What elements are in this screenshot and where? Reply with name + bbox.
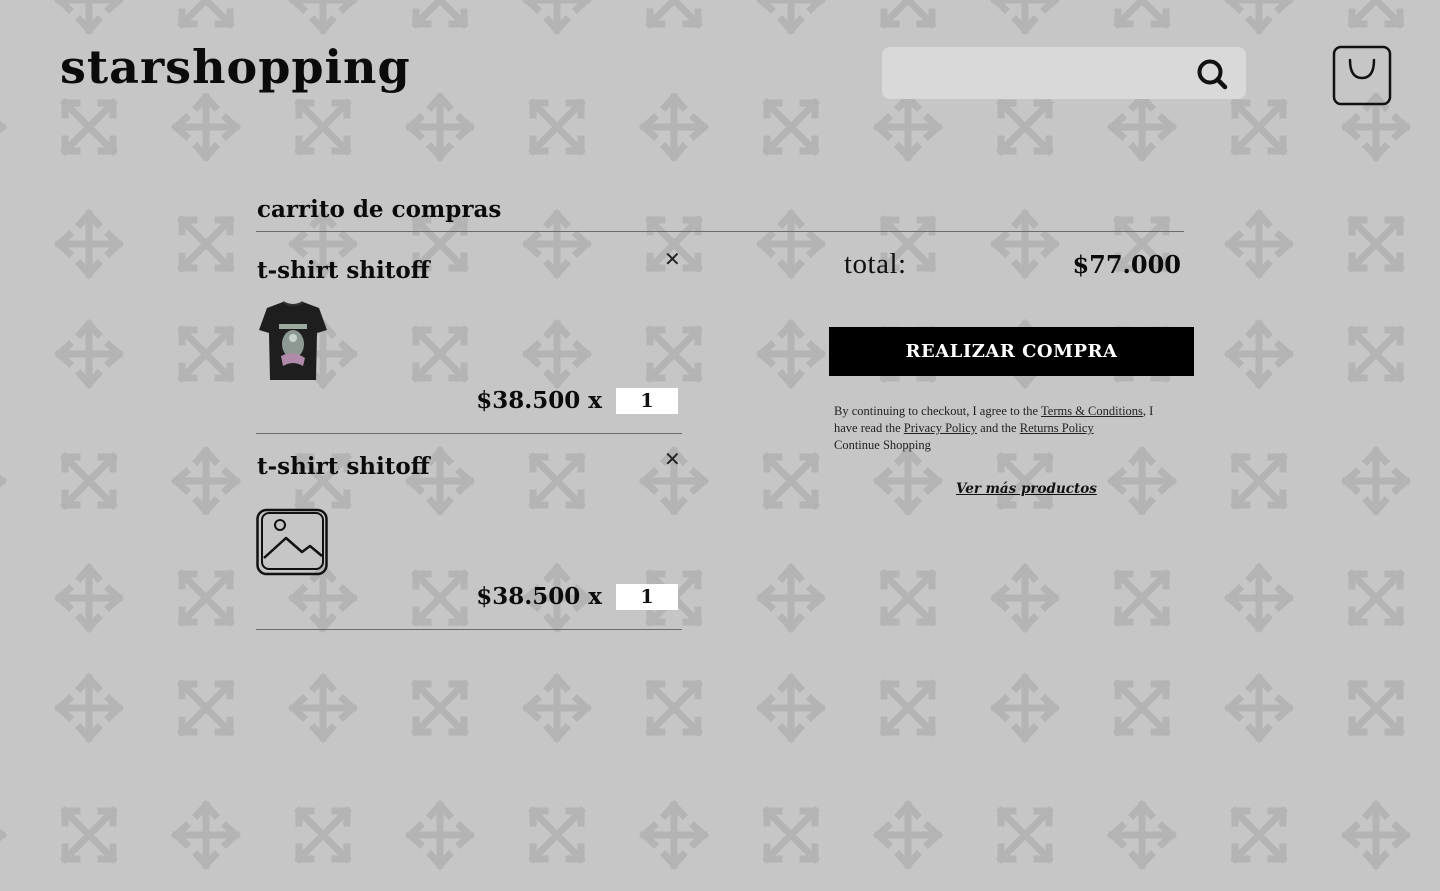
quantity-input[interactable]: 1 — [616, 584, 678, 610]
remove-item-button[interactable]: ✕ — [664, 449, 681, 469]
product-image[interactable] — [257, 300, 329, 380]
checkout-button[interactable]: REALIZAR COMPRA — [829, 327, 1194, 376]
privacy-link[interactable]: Privacy Policy — [904, 421, 977, 435]
remove-item-button[interactable]: ✕ — [664, 249, 681, 269]
search-input[interactable] — [894, 57, 1188, 91]
search-icon[interactable] — [1195, 57, 1229, 91]
item-price: $38.500 x — [476, 583, 602, 610]
total-value: $77.000 — [1072, 250, 1181, 279]
site-logo[interactable]: starshopping — [60, 44, 411, 90]
total-label: total: — [844, 248, 907, 280]
quantity-input[interactable]: 1 — [616, 388, 678, 414]
shopping-bag-icon[interactable] — [1330, 44, 1394, 108]
more-products-link[interactable]: Ver más productos — [956, 481, 1097, 497]
returns-link[interactable]: Returns Policy — [1020, 421, 1094, 435]
item-price: $38.500 x — [476, 387, 602, 414]
cart-item-name[interactable]: t-shirt shitoff — [257, 257, 430, 284]
cart-item-name[interactable]: t-shirt shitoff — [257, 453, 430, 480]
search-bar — [882, 47, 1246, 99]
divider — [256, 433, 682, 434]
checkout-legal-text: By continuing to checkout, I agree to th… — [834, 404, 1154, 452]
image-placeholder-icon[interactable] — [256, 508, 328, 576]
background-pattern — [0, 0, 1440, 891]
continue-shopping-text[interactable]: Continue Shopping — [834, 438, 931, 452]
divider — [256, 629, 682, 630]
terms-link[interactable]: Terms & Conditions — [1041, 404, 1143, 418]
divider — [256, 231, 1184, 232]
page-title: carrito de compras — [257, 196, 502, 223]
